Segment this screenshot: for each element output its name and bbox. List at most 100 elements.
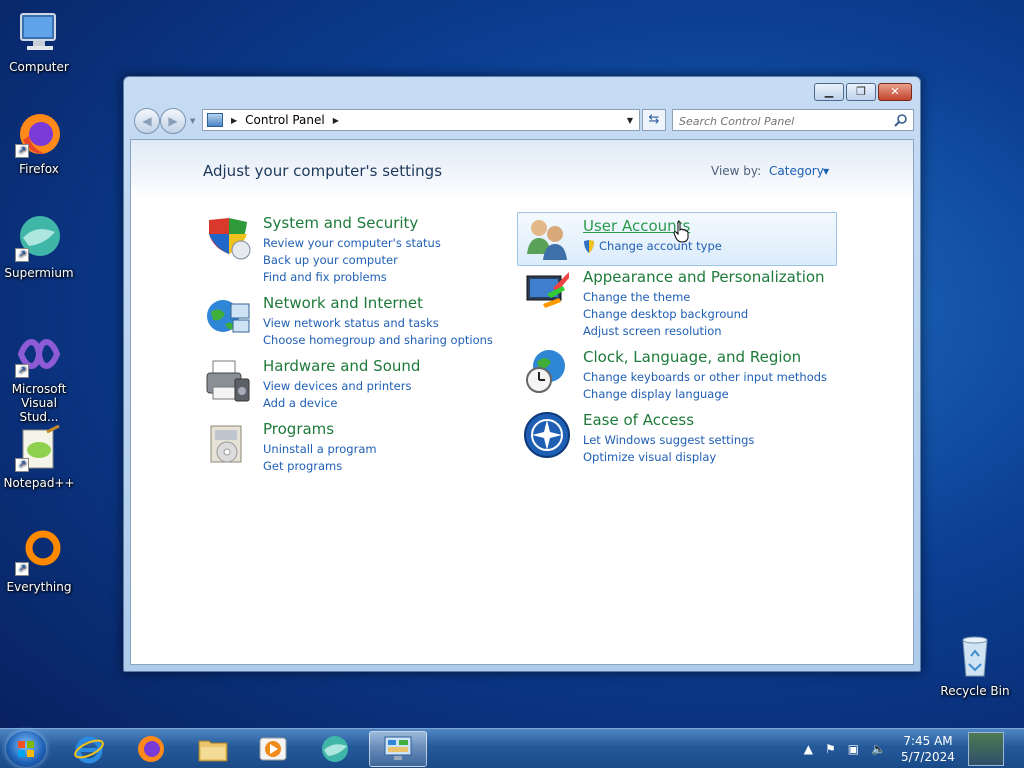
taskbar-firefox[interactable] xyxy=(122,731,180,767)
category-link[interactable]: Change keyboards or other input methods xyxy=(583,369,827,386)
show-hidden-icons-button[interactable]: ▲ xyxy=(804,742,813,756)
desktop-icon-label: Everything xyxy=(6,580,72,594)
category-link[interactable]: Choose homegroup and sharing options xyxy=(263,332,493,349)
view-by-label: View by: xyxy=(711,164,762,178)
refresh-button[interactable]: ⇆ xyxy=(642,109,666,131)
search-input[interactable] xyxy=(672,109,914,131)
firefox-icon: ↗ xyxy=(15,110,63,158)
category-link[interactable]: Get programs xyxy=(263,458,377,475)
close-icon: ✕ xyxy=(890,85,900,98)
page-title: Adjust your computer's settings xyxy=(203,162,443,180)
minimize-icon: ▁ xyxy=(824,85,834,98)
category-link[interactable]: Find and fix problems xyxy=(263,269,441,286)
firefox-icon xyxy=(138,736,164,762)
desktop-icon-label: Recycle Bin xyxy=(940,684,1010,698)
search-icon[interactable] xyxy=(894,113,908,127)
desktop-icon-visual-studio[interactable]: ↗ Microsoft Visual Stud... xyxy=(0,330,78,424)
desktop-icon-label: Supermium xyxy=(4,266,74,280)
shield-icon[interactable] xyxy=(203,214,251,262)
category-link[interactable]: Change desktop background xyxy=(583,306,748,323)
hand-cursor-icon xyxy=(673,221,689,243)
address-field[interactable]: ▶ Control Panel ▶ ▼ xyxy=(202,109,640,131)
users-icon[interactable] xyxy=(523,214,571,262)
category-link[interactable]: Review your computer's status xyxy=(263,235,441,252)
refresh-icon: ⇆ xyxy=(648,112,660,127)
back-button[interactable]: ◀ xyxy=(134,108,160,134)
category-title[interactable]: Ease of Access xyxy=(583,411,694,429)
desktop-icon-notepadpp[interactable]: ↗ Notepad++ xyxy=(0,424,78,490)
address-dropdown-icon[interactable]: ▼ xyxy=(627,116,633,125)
forward-button[interactable]: ▶ xyxy=(160,108,186,134)
taskbar-control-panel[interactable] xyxy=(369,731,427,767)
category-link[interactable]: Change display language xyxy=(583,386,827,403)
minimize-button[interactable]: ▁ xyxy=(814,83,844,101)
breadcrumb-separator-icon[interactable]: ▶ xyxy=(231,116,237,125)
address-bar: ◀ ▶ ▼ ▶ Control Panel ▶ ▼ ⇆ xyxy=(130,107,914,135)
category-link[interactable]: View network status and tasks xyxy=(263,315,493,332)
chevron-down-icon[interactable]: ▼ xyxy=(823,167,829,176)
breadcrumb-separator-icon[interactable]: ▶ xyxy=(333,116,339,125)
globe-clock-icon[interactable] xyxy=(523,348,571,396)
shortcut-arrow-icon: ↗ xyxy=(15,458,29,472)
clock-time: 7:45 AM xyxy=(903,734,953,748)
taskbar-supermium[interactable] xyxy=(306,731,364,767)
folder-icon xyxy=(198,740,228,762)
windows-logo-icon xyxy=(18,741,34,757)
taskbar-file-explorer[interactable] xyxy=(184,731,242,767)
view-by-dropdown[interactable]: Category xyxy=(769,164,824,178)
category-link[interactable]: Add a device xyxy=(263,395,411,412)
recycle-bin-icon xyxy=(951,632,999,680)
category-link[interactable]: Back up your computer xyxy=(263,252,441,269)
taskbar-media-player[interactable] xyxy=(244,731,302,767)
category-title[interactable]: Clock, Language, and Region xyxy=(583,348,801,366)
category-title[interactable]: Programs xyxy=(263,420,334,438)
category-link[interactable]: Optimize visual display xyxy=(583,449,754,466)
category-link[interactable]: Adjust screen resolution xyxy=(583,323,748,340)
close-button[interactable]: ✕ xyxy=(878,83,912,101)
category-link[interactable]: Uninstall a program xyxy=(263,441,377,458)
category-title[interactable]: Hardware and Sound xyxy=(263,357,420,375)
volume-muted-icon[interactable]: 🔈 xyxy=(871,742,886,756)
internet-explorer-icon xyxy=(74,736,104,764)
everything-icon: ↗ xyxy=(15,528,63,576)
show-desktop-thumbnail[interactable] xyxy=(968,732,1004,766)
category-title[interactable]: System and Security xyxy=(263,214,418,232)
category-link[interactable]: View devices and printers xyxy=(263,378,411,395)
taskbar-internet-explorer[interactable] xyxy=(60,731,118,767)
control-panel-content: Adjust your computer's settings View by:… xyxy=(130,139,914,665)
shortcut-arrow-icon: ↗ xyxy=(15,364,29,378)
recent-pages-dropdown[interactable]: ▼ xyxy=(190,117,195,125)
supermium-icon xyxy=(322,736,348,762)
shortcut-arrow-icon: ↗ xyxy=(15,562,29,576)
supermium-icon: ↗ xyxy=(15,214,63,262)
computer-icon xyxy=(15,8,63,56)
printer-icon[interactable] xyxy=(203,357,251,405)
taskbar-clock[interactable]: 7:45 AM 5/7/2024 xyxy=(898,733,958,765)
maximize-button[interactable]: ❐ xyxy=(846,83,876,101)
desktop-icon-recycle-bin[interactable]: Recycle Bin xyxy=(936,632,1014,698)
desktop-icon-computer[interactable]: Computer xyxy=(0,8,78,74)
notepadpp-icon: ↗ xyxy=(15,424,63,472)
category-link[interactable]: Let Windows suggest settings xyxy=(583,432,754,449)
category-link[interactable]: Change the theme xyxy=(583,289,748,306)
uac-shield-icon xyxy=(584,240,594,253)
caption-buttons: ▁ ❐ ✕ xyxy=(814,83,912,101)
desktop-icon-everything[interactable]: ↗ Everything xyxy=(0,528,78,594)
ease-of-access-icon[interactable] xyxy=(523,411,571,459)
category-title[interactable]: Appearance and Personalization xyxy=(583,268,825,286)
category-title[interactable]: Network and Internet xyxy=(263,294,423,312)
clock-date: 5/7/2024 xyxy=(901,750,955,764)
desktop-icon-supermium[interactable]: ↗ Supermium xyxy=(0,214,78,280)
appearance-monitor-icon[interactable] xyxy=(523,268,571,316)
start-button[interactable] xyxy=(6,731,46,767)
programs-box-icon[interactable] xyxy=(203,420,251,468)
taskbar: ▲ ⚑ ▣ 🔈 7:45 AM 5/7/2024 xyxy=(0,728,1024,768)
desktop-icon-firefox[interactable]: ↗ Firefox xyxy=(0,110,78,176)
shortcut-arrow-icon: ↗ xyxy=(15,248,29,262)
network-globe-icon[interactable] xyxy=(203,294,251,342)
category-link[interactable]: Change account type xyxy=(583,238,722,255)
network-icon[interactable]: ▣ xyxy=(848,742,859,756)
action-center-flag-icon[interactable]: ⚑ xyxy=(825,742,836,756)
breadcrumb-control-panel[interactable]: Control Panel xyxy=(245,113,325,127)
desktop-icon-label: Computer xyxy=(9,60,69,74)
